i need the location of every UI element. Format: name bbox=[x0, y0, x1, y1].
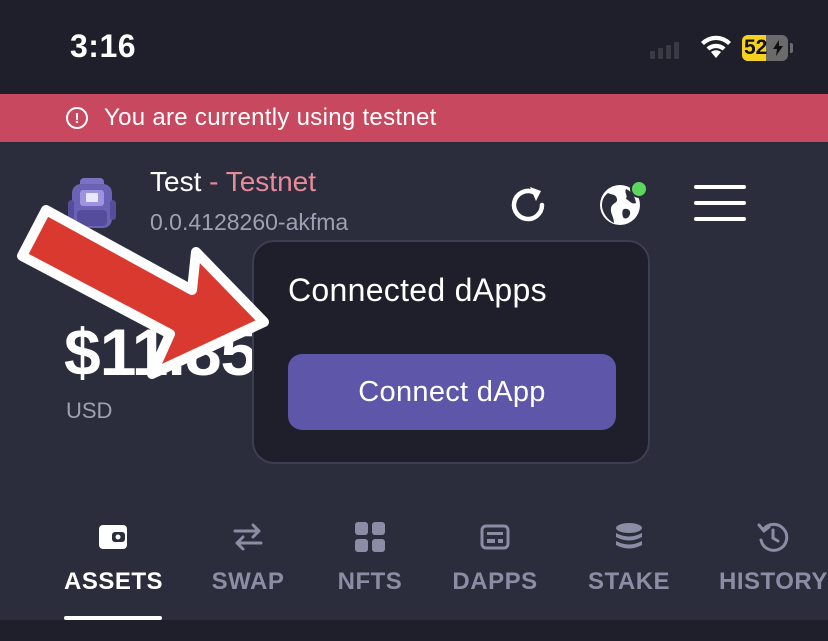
network-label: - Testnet bbox=[201, 166, 317, 197]
battery-icon: 52 bbox=[742, 35, 788, 61]
banner-text: You are currently using testnet bbox=[104, 104, 437, 131]
tab-history[interactable]: HISTORY bbox=[716, 520, 828, 596]
wallet-icon bbox=[99, 525, 127, 549]
tab-assets[interactable]: ASSETS bbox=[64, 520, 164, 596]
account-name-text: Test bbox=[150, 166, 202, 197]
tab-swap[interactable]: SWAP bbox=[206, 520, 290, 596]
refresh-icon[interactable] bbox=[506, 183, 550, 227]
tab-label: STAKE bbox=[587, 568, 671, 595]
tab-label: SWAP bbox=[211, 568, 285, 595]
info-icon: ! bbox=[66, 107, 88, 129]
bottom-tabs: ASSETS SWAP NFTS DAPPS STAKE HISTORY bbox=[0, 520, 828, 620]
backpack-avatar-icon[interactable] bbox=[66, 176, 118, 232]
popup-title: Connected dApps bbox=[288, 272, 547, 308]
status-bar: 3:16 52 bbox=[0, 0, 828, 94]
connect-dapp-button[interactable]: Connect dApp bbox=[288, 354, 616, 430]
tab-label: DAPPS bbox=[452, 568, 538, 595]
balance-currency: USD bbox=[66, 398, 113, 423]
swap-icon bbox=[233, 523, 263, 551]
tab-label: ASSETS bbox=[64, 568, 164, 595]
tab-label: HISTORY bbox=[719, 568, 828, 595]
grid-icon bbox=[355, 522, 385, 552]
wifi-icon bbox=[701, 35, 731, 58]
account-name[interactable]: Test - Testnet bbox=[150, 166, 316, 198]
connected-dapps-popup: Connected dApps Connect dApp bbox=[252, 240, 650, 464]
battery-cap bbox=[790, 43, 793, 53]
history-icon bbox=[757, 522, 789, 552]
charging-bolt-icon bbox=[773, 40, 783, 56]
dapps-icon bbox=[480, 524, 510, 550]
status-time: 3:16 bbox=[70, 28, 137, 64]
stake-icon bbox=[616, 523, 642, 549]
tab-label: NFTS bbox=[337, 568, 403, 595]
account-id[interactable]: 0.0.4128260-akfma bbox=[150, 209, 348, 236]
content-area-edge bbox=[0, 620, 828, 641]
tab-stake[interactable]: STAKE bbox=[584, 520, 674, 596]
tab-dapps[interactable]: DAPPS bbox=[448, 520, 542, 596]
testnet-banner: ! You are currently using testnet bbox=[0, 94, 828, 142]
tab-nfts[interactable]: NFTS bbox=[334, 520, 406, 596]
menu-icon[interactable] bbox=[694, 185, 746, 233]
balance-amount: $11.85 bbox=[64, 315, 257, 389]
cellular-signal-icon bbox=[650, 42, 679, 59]
connection-status-dot bbox=[630, 180, 648, 198]
